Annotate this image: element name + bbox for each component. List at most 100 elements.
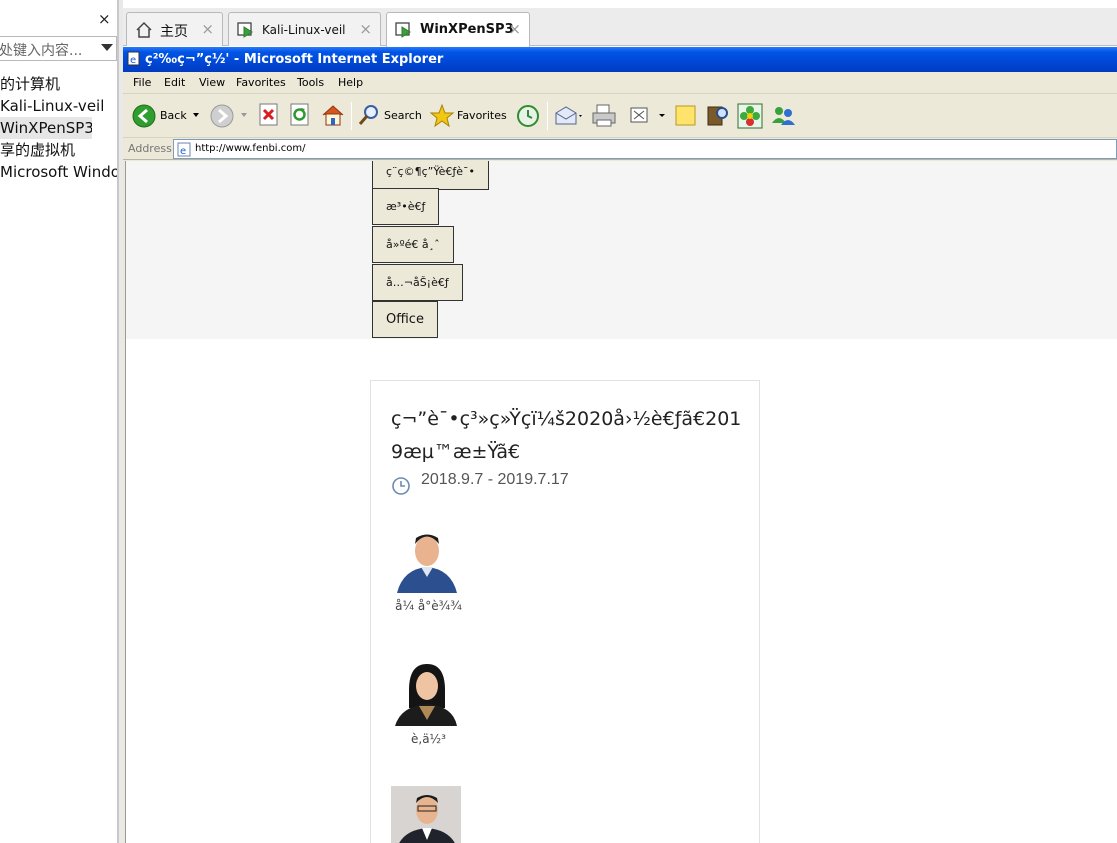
- tab-close-button[interactable]: ×: [508, 20, 521, 38]
- stop-icon: [259, 103, 278, 126]
- menu-view[interactable]: View: [199, 76, 225, 89]
- sticky-note-icon: [675, 105, 696, 126]
- menu-help[interactable]: Help: [338, 76, 363, 89]
- home-button[interactable]: [320, 103, 346, 129]
- nav-button-exam-1[interactable]: ç¨ç©¶ç”Ÿè€ƒè¯•: [372, 161, 489, 190]
- tab-close-button[interactable]: ×: [201, 20, 214, 38]
- vm-icon: [237, 22, 253, 38]
- forward-arrow-icon: [210, 104, 234, 128]
- ie-window: e ç²‰ç¬”ç½' - Microsoft Internet Explore…: [123, 47, 1117, 843]
- teacher-1: å¼ å°è¾¾: [391, 527, 462, 614]
- back-arrow-icon: [132, 104, 156, 128]
- edit-page-icon: [630, 107, 665, 123]
- tab-winxpensp3[interactable]: WinXPenSP3 ×: [386, 12, 530, 47]
- search-button[interactable]: Search: [357, 103, 422, 129]
- edit-button[interactable]: [626, 103, 666, 129]
- ie-page-icon: e: [177, 142, 191, 157]
- home-icon: [322, 105, 344, 126]
- teacher-photo: [391, 527, 461, 593]
- history-button[interactable]: [515, 103, 541, 129]
- course-card[interactable]: ç¬”è¯•ç³»ç»Ÿç­ï¼š2020å›½è€ƒã€2019æµ™æ±Ÿã…: [370, 380, 760, 843]
- desktop: × 处键入内容... 的计算机 Kali-Linux-veil WinXPenS…: [0, 0, 1117, 843]
- research-icon: [707, 106, 728, 126]
- nav-button-office[interactable]: Office: [372, 301, 438, 338]
- nav-button-exam-2[interactable]: æ³•è€ƒ: [372, 188, 440, 225]
- mail-icon: [555, 106, 582, 125]
- course-title[interactable]: ç¬”è¯•ç³»ç»Ÿç­ï¼š2020å›½è€ƒã€2019æµ™æ±Ÿã…: [391, 403, 751, 469]
- menu-edit[interactable]: Edit: [164, 76, 185, 89]
- tree-item-winxp[interactable]: WinXPenSP3: [0, 117, 92, 139]
- printer-icon: [592, 104, 616, 127]
- home-icon: [136, 21, 152, 38]
- tab-label: WinXPenSP3: [420, 22, 514, 37]
- tab-close-button[interactable]: ×: [359, 20, 372, 38]
- flower-icon: [737, 103, 763, 129]
- research-button[interactable]: [705, 103, 731, 129]
- forward-button[interactable]: [209, 103, 249, 129]
- search-label: Search: [384, 109, 422, 122]
- search-icon: [358, 105, 378, 125]
- tab-home[interactable]: 主页 ×: [126, 12, 223, 46]
- teacher-photo: [391, 786, 461, 843]
- nav-band: [126, 161, 1117, 339]
- course-date: 2018.9.7 - 2019.7.17: [421, 471, 569, 488]
- favorites-label: Favorites: [457, 109, 507, 122]
- ie-window-title: ç²‰ç¬”ç½' - Microsoft Internet Explorer: [145, 52, 444, 67]
- menu-favorites[interactable]: Favorites: [236, 76, 286, 89]
- menu-file[interactable]: File: [133, 76, 151, 89]
- nav-button-exam-4[interactable]: å…¬åŠ¡è€ƒ: [372, 264, 463, 301]
- tab-kali-linux-veil[interactable]: Kali-Linux-veil ×: [228, 12, 381, 46]
- ie-address-bar: Address e http://www.fenbi.com/: [123, 138, 1117, 160]
- toolbar-separator: [547, 102, 548, 130]
- ie-toolbar: Back Search Favorites: [123, 94, 1117, 138]
- library-search-input[interactable]: 处键入内容...: [0, 36, 117, 61]
- notes-button[interactable]: [674, 103, 698, 129]
- messenger-button[interactable]: [769, 103, 797, 129]
- library-close-button[interactable]: ×: [98, 10, 111, 28]
- teacher-photo: [391, 660, 461, 726]
- forward-dropdown-icon[interactable]: [241, 113, 247, 117]
- address-label: Address: [128, 142, 172, 155]
- back-dropdown-icon[interactable]: [193, 113, 199, 117]
- teacher-2: è,ä½³: [391, 660, 461, 747]
- mail-button[interactable]: [554, 103, 584, 129]
- tree-item-microsoft-windows[interactable]: Microsoft Windo: [0, 161, 117, 183]
- menu-tools[interactable]: Tools: [297, 76, 324, 89]
- teacher-name: å¼ å°è¾¾: [395, 599, 462, 613]
- refresh-icon: [290, 103, 309, 126]
- ie-page-icon: e: [127, 51, 140, 66]
- vm-tab-bar: 主页 × Kali-Linux-veil × WinXPenSP3 ×: [123, 8, 1117, 47]
- stop-button[interactable]: [258, 103, 280, 129]
- web-page-viewport: ç¨ç©¶ç”Ÿè€ƒè¯• æ³•è€ƒ å»ºé€ å¸ˆ å…¬åŠ¡è€…: [125, 161, 1117, 843]
- ie-titlebar[interactable]: e ç²‰ç¬”ç½' - Microsoft Internet Explore…: [123, 47, 1117, 72]
- address-input[interactable]: e http://www.fenbi.com/: [173, 139, 1117, 159]
- back-label: Back: [160, 109, 187, 122]
- print-button[interactable]: [591, 103, 617, 129]
- star-icon: [429, 103, 455, 128]
- messenger-icon: [772, 107, 795, 125]
- svg-text:e: e: [130, 55, 136, 66]
- tab-label: Kali-Linux-veil: [262, 23, 346, 37]
- teacher-3: [391, 786, 461, 843]
- clock-icon: [392, 477, 410, 495]
- tree-item-kali[interactable]: Kali-Linux-veil: [0, 95, 117, 117]
- library-panel: × 处键入内容... 的计算机 Kali-Linux-veil WinXPenS…: [0, 0, 118, 843]
- tab-label: 主页: [160, 24, 188, 40]
- tree-item-my-computer[interactable]: 的计算机: [0, 73, 117, 95]
- history-icon: [517, 105, 539, 127]
- chevron-down-icon[interactable]: [101, 44, 113, 51]
- toolbar-separator: [351, 102, 352, 130]
- address-url: http://www.fenbi.com/: [195, 143, 306, 154]
- refresh-button[interactable]: [289, 103, 311, 129]
- svg-text:e: e: [180, 146, 186, 157]
- nav-button-exam-3[interactable]: å»ºé€ å¸ˆ: [372, 226, 454, 263]
- teacher-name: è,ä½³: [411, 732, 446, 746]
- library-search-placeholder: 处键入内容...: [0, 43, 83, 59]
- back-button[interactable]: Back: [131, 103, 201, 129]
- library-tree: 的计算机 Kali-Linux-veil WinXPenSP3 享的虚拟机 Mi…: [0, 73, 117, 183]
- ie-menubar: File Edit View Favorites Tools Help: [123, 72, 1117, 94]
- vm-icon: [395, 22, 411, 38]
- icq-button[interactable]: [737, 103, 763, 129]
- tree-item-shared-vms[interactable]: 享的虚拟机: [0, 139, 117, 161]
- favorites-button[interactable]: Favorites: [429, 103, 509, 129]
